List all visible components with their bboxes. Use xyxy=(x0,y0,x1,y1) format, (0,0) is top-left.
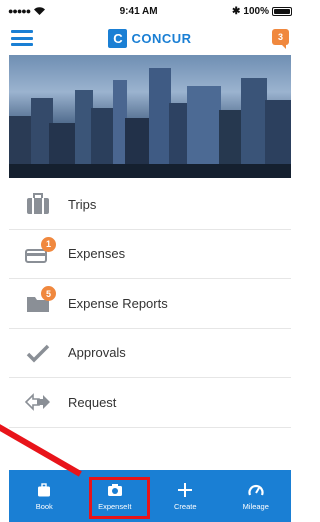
menu-item-trips[interactable]: Trips xyxy=(9,180,291,230)
menu-item-expenses[interactable]: 1 Expenses xyxy=(9,230,291,279)
city-hero-image xyxy=(9,55,291,178)
tab-create[interactable]: Create xyxy=(150,470,221,522)
suitcase-icon xyxy=(36,482,52,498)
expense-reports-badge: 5 xyxy=(41,286,56,302)
menu-label-approvals: Approvals xyxy=(68,345,126,361)
tab-book[interactable]: Book xyxy=(9,470,80,522)
expenses-badge: 1 xyxy=(41,236,56,252)
hamburger-icon[interactable] xyxy=(11,28,33,48)
status-time: 9:41 AM xyxy=(119,5,158,17)
folder-icon: 5 xyxy=(23,286,56,315)
checkmark-icon xyxy=(23,341,53,365)
battery-fill xyxy=(273,8,290,14)
menu-label-expense-reports: Expense Reports xyxy=(68,295,168,311)
battery-percent: 100% xyxy=(243,5,269,17)
signal-icon: ●●●●● xyxy=(8,6,31,16)
speedometer-icon xyxy=(248,482,264,498)
battery-icon xyxy=(271,6,292,16)
menu-label-expenses: Expenses xyxy=(68,246,126,262)
tab-mileage[interactable]: Mileage xyxy=(221,470,292,522)
menu-label-trips: Trips xyxy=(68,196,97,212)
bottom-tab-bar: Book ExpenseIt Create Mileage xyxy=(9,470,291,522)
app-header: C CONCUR 3 xyxy=(0,22,300,55)
menu-item-approvals[interactable]: Approvals xyxy=(9,329,291,378)
status-right: ✱ 100% xyxy=(232,6,292,17)
tab-label-book: Book xyxy=(35,501,53,511)
annotation-arrow xyxy=(0,420,82,477)
logo-text: CONCUR xyxy=(131,31,192,46)
bluetooth-icon: ✱ xyxy=(232,5,241,17)
wifi-icon xyxy=(34,7,46,15)
card-icon: 1 xyxy=(23,236,56,266)
annotation-highlight-box xyxy=(89,477,150,519)
concur-logo: C CONCUR xyxy=(108,29,191,48)
menu-label-request: Request xyxy=(68,394,117,410)
menu-item-request[interactable]: Request xyxy=(9,378,291,428)
status-left: ●●●●● xyxy=(8,6,46,16)
menu-item-expense-reports[interactable]: 5 Expense Reports xyxy=(9,279,291,329)
arrows-icon xyxy=(23,390,53,414)
plus-icon xyxy=(177,482,193,498)
logo-mark: C xyxy=(108,29,128,48)
notification-count: 3 xyxy=(277,32,283,42)
tab-label-create: Create xyxy=(173,501,197,511)
main-menu: Trips 1 Expenses 5 Expense Reports Appro… xyxy=(9,180,291,428)
notification-button[interactable]: 3 xyxy=(272,29,289,49)
status-bar: ●●●●● 9:41 AM ✱ 100% xyxy=(0,0,300,22)
tab-label-mileage: Mileage xyxy=(242,501,269,511)
suitcase-icon xyxy=(23,192,53,216)
